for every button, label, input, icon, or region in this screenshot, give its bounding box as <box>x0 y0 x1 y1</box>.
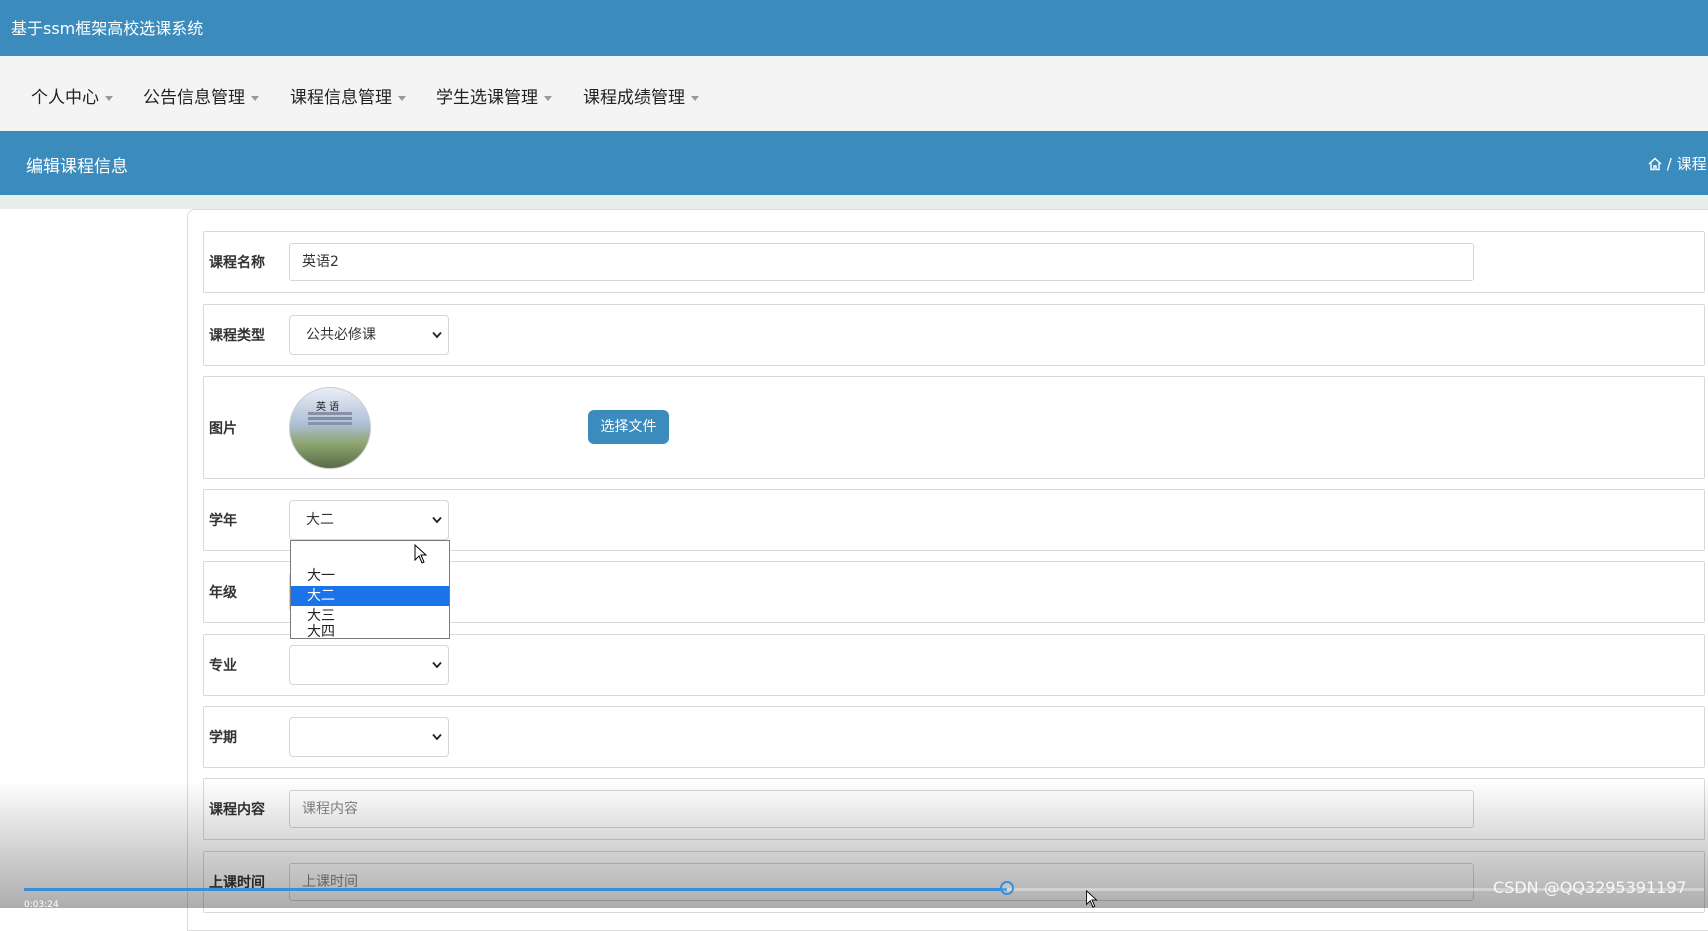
academic-year-option[interactable]: 大一 <box>291 566 449 586</box>
chevron-down-icon <box>432 331 442 339</box>
chevron-down-icon <box>432 661 442 669</box>
chevron-down-icon <box>432 516 442 524</box>
caret-down-icon <box>105 95 113 101</box>
course-type-label: 课程类型 <box>209 328 265 344</box>
semester-select[interactable] <box>289 717 449 757</box>
cover-title: 英 语 <box>316 402 340 413</box>
image-label: 图片 <box>209 421 237 437</box>
breadcrumb-text: / 课程 <box>1666 155 1707 173</box>
course-type-value: 公共必修课 <box>306 327 376 343</box>
academic-year-label: 学年 <box>209 513 237 529</box>
caret-down-icon <box>251 95 259 101</box>
semester-label: 学期 <box>209 730 237 746</box>
app-header: 基于ssm框架高校选课系统 <box>0 0 1708 56</box>
form-row-major: 专业 <box>203 634 1705 696</box>
video-timecode: 0:03:24 <box>24 900 59 910</box>
academic-year-select[interactable]: 大二 <box>289 500 449 540</box>
nav-label: 课程成绩管理 <box>583 88 685 108</box>
course-name-label: 课程名称 <box>209 255 265 271</box>
form-row-image: 图片 英 语 选择文件 <box>203 376 1705 479</box>
major-label: 专业 <box>209 658 237 674</box>
academic-year-value: 大二 <box>306 512 334 528</box>
class-time-input[interactable]: 上课时间 <box>289 863 1474 901</box>
academic-year-option-selected[interactable]: 大二 <box>291 586 449 606</box>
page-header: 编辑课程信息 / 课程 <box>0 131 1708 195</box>
nav-label: 学生选课管理 <box>436 88 538 108</box>
watermark: CSDN @QQ3295391197 <box>1493 878 1687 897</box>
video-progress-bar[interactable] <box>24 881 1704 895</box>
course-name-input[interactable]: 英语2 <box>289 243 1474 281</box>
nav-label: 公告信息管理 <box>143 88 245 108</box>
course-image-preview: 英 语 <box>289 387 371 469</box>
major-select[interactable] <box>289 645 449 685</box>
form-row-course-type: 课程类型 公共必修课 <box>203 304 1705 366</box>
video-progress-handle[interactable] <box>999 881 1014 895</box>
nav-personal-center[interactable]: 个人中心 <box>31 83 113 108</box>
nav-grade-management[interactable]: 课程成绩管理 <box>583 83 699 108</box>
form-row-content: 课程内容 课程内容 <box>203 778 1705 840</box>
caret-down-icon <box>398 95 406 101</box>
course-type-select[interactable]: 公共必修课 <box>289 315 449 355</box>
academic-year-option[interactable]: 大三 <box>291 606 449 626</box>
cover-lines <box>308 412 352 415</box>
home-icon[interactable] <box>1648 157 1662 171</box>
nav-course-selection-management[interactable]: 学生选课管理 <box>436 83 552 108</box>
form-row-class-time: 上课时间 上课时间 <box>203 851 1705 913</box>
content-label: 课程内容 <box>209 802 265 818</box>
mouse-cursor-icon <box>414 544 428 564</box>
nav-label: 课程信息管理 <box>290 88 392 108</box>
chevron-down-icon <box>432 733 442 741</box>
course-content-input[interactable]: 课程内容 <box>289 790 1474 828</box>
grade-label: 年级 <box>209 585 237 601</box>
app-title: 基于ssm框架高校选课系统 <box>11 19 204 38</box>
mouse-cursor-icon <box>1086 890 1098 908</box>
main-nav: 个人中心 公告信息管理 课程信息管理 学生选课管理 课程成绩管理 <box>0 56 1708 131</box>
video-progress-fill <box>24 888 1007 891</box>
nav-course-management[interactable]: 课程信息管理 <box>290 83 406 108</box>
nav-notice-management[interactable]: 公告信息管理 <box>143 83 259 108</box>
caret-down-icon <box>544 95 552 101</box>
choose-file-button[interactable]: 选择文件 <box>588 410 669 444</box>
caret-down-icon <box>691 95 699 101</box>
form-row-semester: 学期 <box>203 706 1705 768</box>
academic-year-option[interactable]: 大四 <box>291 625 449 639</box>
nav-label: 个人中心 <box>31 88 99 108</box>
form-row-course-name: 课程名称 英语2 <box>203 231 1705 293</box>
content-divider <box>0 195 1708 209</box>
breadcrumb: / 课程 <box>1648 153 1707 174</box>
page-title: 编辑课程信息 <box>26 157 128 177</box>
